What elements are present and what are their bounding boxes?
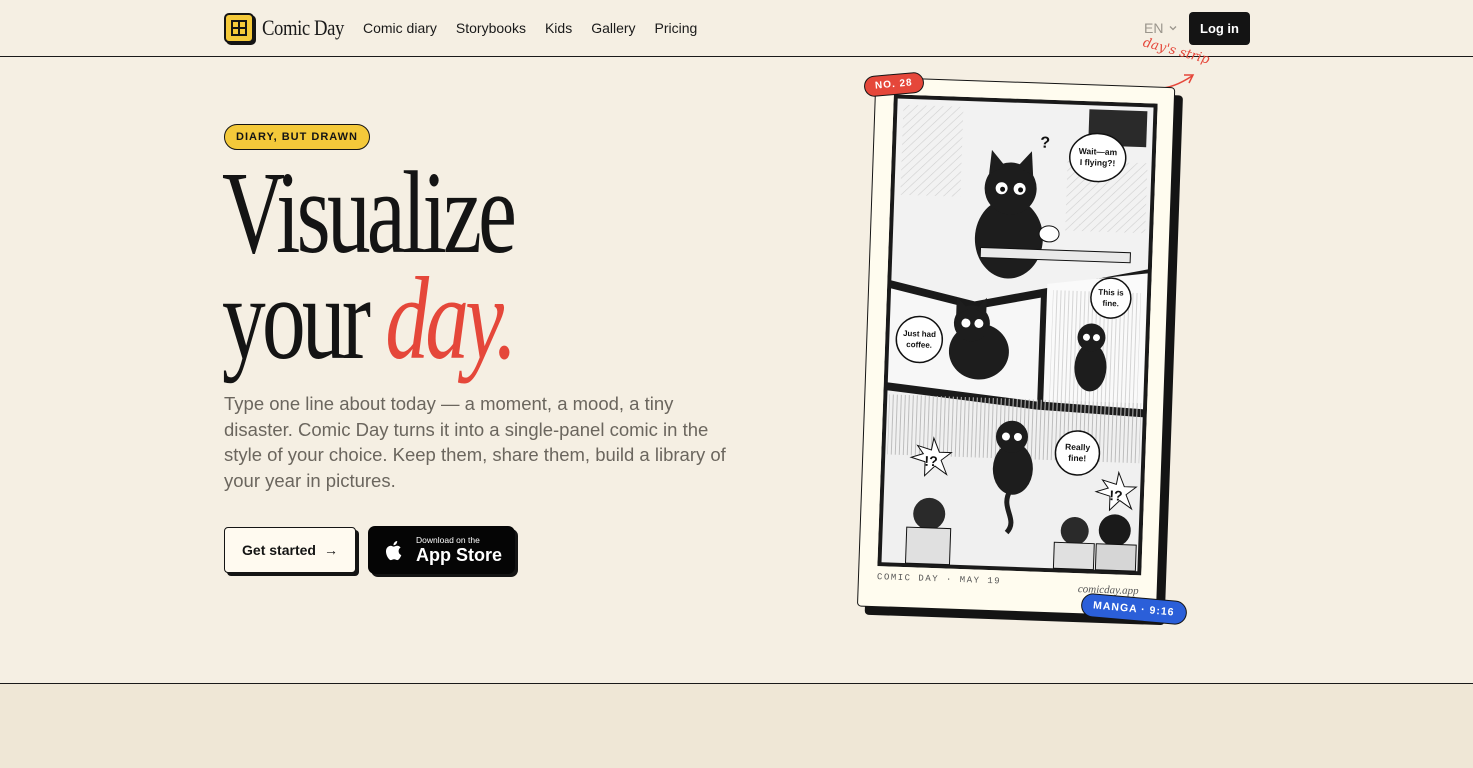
- login-button[interactable]: Log in: [1189, 12, 1250, 45]
- hero-title: Visualize your day.: [222, 147, 517, 378]
- chevron-down-icon: [1169, 26, 1177, 31]
- speech-bubble-4: Really: [1065, 442, 1091, 453]
- comic-card: Wait—am I flying?! ? Just had coffee. Th…: [856, 76, 1176, 617]
- comic-grid-icon: [224, 13, 254, 43]
- nav-links: Comic diary Storybooks Kids Gallery Pric…: [363, 20, 697, 36]
- comic-panels-illustration: Wait—am I flying?! ? Just had coffee. Th…: [877, 94, 1158, 576]
- svg-text:I flying?!: I flying?!: [1080, 157, 1116, 168]
- nav-link-comic-diary[interactable]: Comic diary: [363, 20, 437, 36]
- card-footer-date: COMIC DAY · MAY 19: [876, 572, 1002, 587]
- svg-text:fine.: fine.: [1102, 299, 1119, 309]
- nav-link-kids[interactable]: Kids: [545, 20, 572, 36]
- hero-title-line1: Visualize: [222, 147, 517, 278]
- arrow-right-icon: →: [323, 542, 338, 558]
- language-selector[interactable]: EN: [1144, 20, 1178, 36]
- nav-link-gallery[interactable]: Gallery: [591, 20, 635, 36]
- nav-link-storybooks[interactable]: Storybooks: [456, 20, 526, 36]
- app-store-big-label: App Store: [416, 545, 503, 565]
- speech-bubble-3: Just had: [903, 329, 936, 339]
- top-nav: Comic Day Comic diary Storybooks Kids Ga…: [0, 0, 1473, 57]
- app-store-small-label: Download on the: [416, 535, 480, 545]
- hero-title-plain: your: [222, 253, 371, 384]
- exclaim-bubble-left: !?: [924, 453, 938, 469]
- hero-description: Type one line about today — a moment, a …: [224, 393, 726, 491]
- svg-text:coffee.: coffee.: [906, 340, 932, 350]
- comic-preview-card[interactable]: Wait—am I flying?! ? Just had coffee. Th…: [856, 76, 1186, 623]
- language-label: EN: [1144, 20, 1164, 36]
- apple-icon: [386, 540, 402, 560]
- nav-link-pricing[interactable]: Pricing: [655, 20, 698, 36]
- get-started-button[interactable]: Get started →: [224, 527, 356, 573]
- next-section: [0, 683, 1473, 768]
- exclaim-bubble-right: !?: [1109, 487, 1123, 503]
- get-started-label: Get started: [242, 542, 316, 558]
- svg-text:fine!: fine!: [1068, 453, 1086, 464]
- speech-bubble-2: This is: [1098, 288, 1124, 298]
- svg-text:?: ?: [1040, 135, 1050, 152]
- brand-name: Comic Day: [262, 15, 344, 40]
- brand-logo[interactable]: Comic Day: [224, 13, 358, 43]
- speech-bubble-1: Wait—am: [1079, 146, 1118, 157]
- hero-title-accent: day.: [385, 253, 517, 384]
- app-store-button[interactable]: Download on the App Store: [368, 526, 515, 574]
- app-store-text: Download on the App Store: [416, 535, 502, 565]
